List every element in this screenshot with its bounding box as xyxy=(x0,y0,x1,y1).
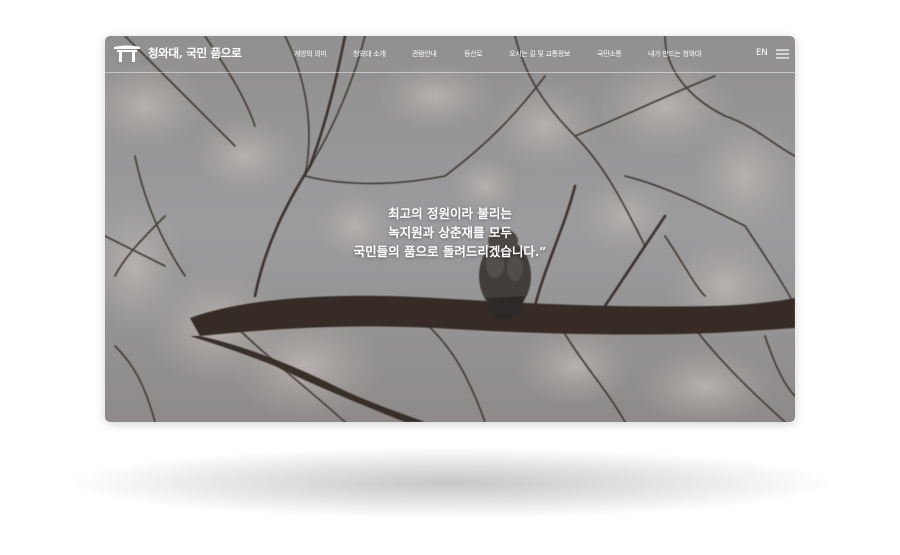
nav-item-communication[interactable]: 국민소통 xyxy=(597,49,622,59)
nav-item-hiking-trail[interactable]: 등산로 xyxy=(464,49,483,59)
nav-item-visit-guide[interactable]: 관람안내 xyxy=(412,49,437,59)
hero-quote-line: 녹지원과 상춘재를 모두 xyxy=(388,225,512,240)
hero-quote: 최고의 정원이라 불리는 녹지원과 상춘재를 모두 국민들의 품으로 돌려드리겠… xyxy=(105,204,795,261)
nav-item-my-cheongwadae[interactable]: 내가 만드는 청와대 xyxy=(648,49,701,59)
browser-mockup: 청와대, 국민 품으로 개방의 의미 청와대 소개 관람안내 등산로 오시는 길… xyxy=(105,36,795,422)
nav-item-directions[interactable]: 오시는 길 및 교통정보 xyxy=(509,49,570,59)
nav-item-about[interactable]: 청와대 소개 xyxy=(353,49,386,59)
drop-shadow xyxy=(70,448,830,518)
hero-quote-line: 최고의 정원이라 불리는 xyxy=(388,206,512,221)
hamburger-menu-icon[interactable] xyxy=(776,49,789,59)
main-navigation: 개방의 의미 청와대 소개 관람안내 등산로 오시는 길 및 교통정보 국민소통… xyxy=(105,36,795,72)
nav-item-opening-meaning[interactable]: 개방의 의미 xyxy=(294,49,327,59)
header-bar: 청와대, 국민 품으로 개방의 의미 청와대 소개 관람안내 등산로 오시는 길… xyxy=(105,36,795,73)
language-toggle[interactable]: EN xyxy=(756,48,768,58)
hero-quote-line: 국민들의 품으로 돌려드리겠습니다.” xyxy=(353,244,547,259)
